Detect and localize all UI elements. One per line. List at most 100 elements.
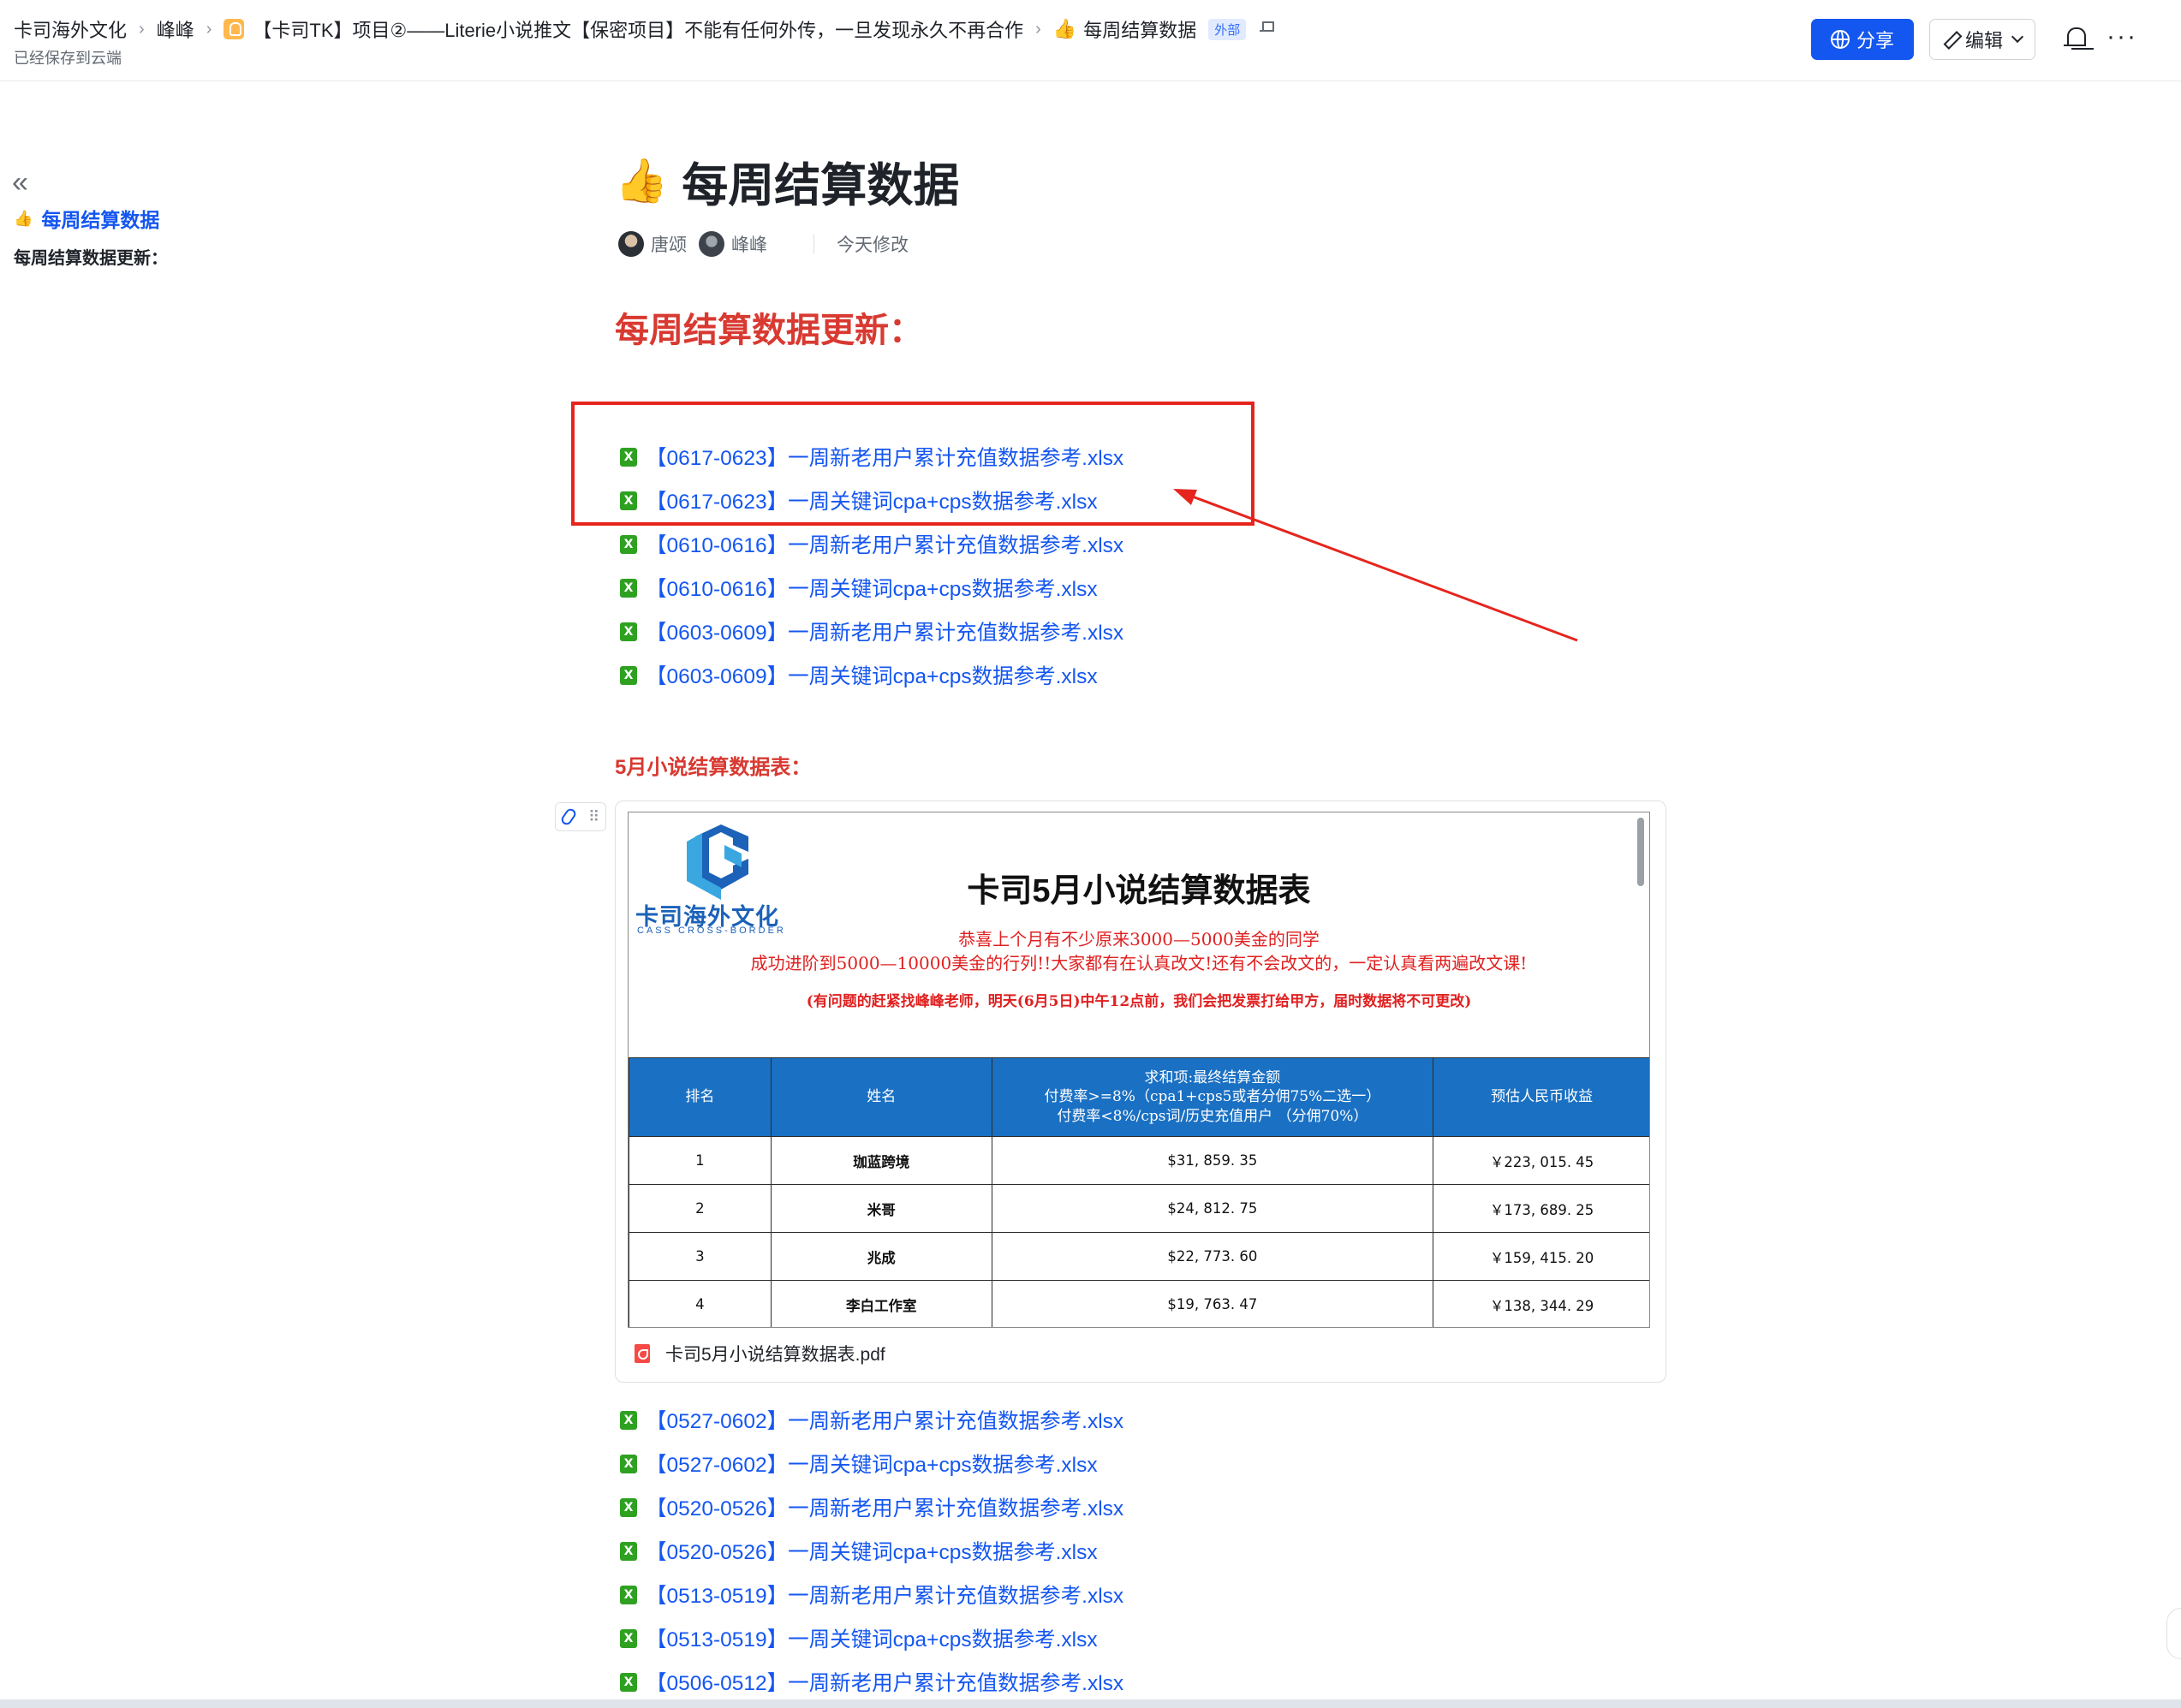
cell-name: 珈蓝跨境 <box>770 1136 992 1185</box>
attachment-file-name[interactable]: 卡司5月小说结算数据表.pdf <box>635 1341 885 1366</box>
file-link-label: 【0610-0616】一周关键词cpa+cps数据参考.xlsx <box>646 578 1098 601</box>
file-link[interactable]: X 【0513-0519】一周关键词cpa+cps数据参考.xlsx <box>620 1616 1123 1660</box>
page-title-text: 每周结算数据 <box>682 160 960 211</box>
collapse-outline-icon[interactable]: « <box>12 168 28 197</box>
file-link-label: 【0610-0616】一周新老用户累计充值数据参考.xlsx <box>646 534 1124 557</box>
breadcrumb-item-folder[interactable]: 峰峰 <box>157 15 194 43</box>
external-badge: 外部 <box>1208 18 1247 40</box>
more-icon[interactable]: ··· <box>2107 22 2137 51</box>
page-title: 👍 每周结算数据 <box>615 147 959 215</box>
attachment-file-label: 卡司5月小说结算数据表.pdf <box>665 1345 885 1365</box>
excel-file-icon: X <box>620 447 637 467</box>
pdf-congrats-line: 恭喜上个月有不少原来3000—5000美金的同学 <box>958 929 1320 949</box>
attachment-toolbar: ⠿ <box>555 802 606 831</box>
pen-icon <box>1943 32 1958 47</box>
share-button[interactable]: 分享 <box>1811 19 1914 60</box>
excel-file-icon: X <box>620 1497 637 1517</box>
avatar[interactable] <box>618 231 644 257</box>
file-link[interactable]: X 【0506-0512】一周新老用户累计充值数据参考.xlsx <box>620 1660 1123 1704</box>
preview-scrollbar[interactable] <box>1637 818 1644 886</box>
drag-handle-icon[interactable]: ⠿ <box>588 809 599 824</box>
file-link-label: 【0513-0519】一周关键词cpa+cps数据参考.xlsx <box>646 1628 1098 1651</box>
side-panel-toggle[interactable] <box>2166 1608 2181 1659</box>
table-row: 3 兆成 $22, 773. 60 ￥159, 415. 20 <box>629 1232 1649 1281</box>
header-line: 付费率>=8%（cpa1+cps5或者分佣75%二选一） <box>1044 1088 1381 1106</box>
file-link-label: 【0603-0609】一周新老用户累计充值数据参考.xlsx <box>646 622 1124 645</box>
excel-file-icon: X <box>620 1585 637 1604</box>
file-link[interactable]: X 【0610-0616】一周新老用户累计充值数据参考.xlsx <box>620 522 1123 566</box>
excel-file-icon: X <box>620 534 637 554</box>
cell-rmb: ￥173, 689. 25 <box>1433 1184 1649 1233</box>
breadcrumb-item-project[interactable]: 【卡司TK】项目②——Literie小说推文【保密项目】不能有任何外传，一旦发现… <box>253 15 1023 43</box>
breadcrumb-item-current[interactable]: 每周结算数据 <box>1083 15 1196 43</box>
file-link[interactable]: X 【0610-0616】一周关键词cpa+cps数据参考.xlsx <box>620 566 1123 610</box>
excel-file-icon: X <box>620 622 637 641</box>
chevron-right-icon: › <box>139 19 145 39</box>
lightbulb-icon <box>223 19 245 39</box>
file-link[interactable]: X 【0603-0609】一周新老用户累计充值数据参考.xlsx <box>620 610 1123 653</box>
cell-rmb: ￥138, 344. 29 <box>1433 1280 1649 1327</box>
top-bar: 卡司海外文化 › 峰峰 › 【卡司TK】项目②——Literie小说推文【保密项… <box>0 0 2181 81</box>
pdf-notice-line: (有问题的赶紧找峰峰老师，明天(6月5日)中午12点前，我们会把发票打给甲方，届… <box>806 993 1472 1010</box>
pdf-preview[interactable]: 卡司海外文化 CASS CROSS-BORDER 卡司5月小说结算数据表 恭喜上… <box>628 812 1650 1328</box>
excel-file-icon: X <box>620 1454 637 1473</box>
excel-file-icon: X <box>620 491 637 510</box>
settlement-table: 排名 姓名 求和项:最终结算金额 付费率>=8%（cpa1+cps5或者分佣75… <box>629 1057 1649 1327</box>
file-link[interactable]: X 【0520-0526】一周关键词cpa+cps数据参考.xlsx <box>620 1529 1123 1573</box>
pdf-file-icon <box>635 1344 650 1363</box>
divider <box>813 235 814 253</box>
chevron-right-icon: › <box>1035 19 1041 39</box>
author-name[interactable]: 峰峰 <box>731 231 767 257</box>
edit-label: 编辑 <box>1964 30 2003 51</box>
thumbs-up-icon: 👍 <box>615 157 669 205</box>
cell-usd: $19, 763. 47 <box>991 1280 1434 1327</box>
file-link[interactable]: X 【0617-0623】一周新老用户累计充值数据参考.xlsx <box>620 435 1123 479</box>
pdf-attachment-card[interactable]: 卡司海外文化 CASS CROSS-BORDER 卡司5月小说结算数据表 恭喜上… <box>615 800 1666 1383</box>
outline-item-title[interactable]: 👍 每周结算数据 <box>14 204 159 233</box>
file-link-label: 【0520-0526】一周关键词cpa+cps数据参考.xlsx <box>646 1541 1098 1564</box>
avatar[interactable] <box>699 231 724 257</box>
excel-file-icon: X <box>620 1628 637 1648</box>
paperclip-icon[interactable] <box>559 806 578 827</box>
cell-usd: $31, 859. 35 <box>991 1136 1434 1185</box>
excel-file-icon: X <box>620 1541 637 1561</box>
pdf-congrats-line: 成功进阶到5000—10000美金的行列!!大家都有在认真改文!还有不会改文的，… <box>750 953 1528 973</box>
excel-file-icon: X <box>620 1410 637 1430</box>
section-heading: 每周结算数据更新： <box>615 312 923 349</box>
excel-file-icon: X <box>620 578 637 598</box>
modified-time: 今天修改 <box>837 235 909 255</box>
cell-usd: $22, 773. 60 <box>991 1232 1434 1281</box>
edit-button[interactable]: 编辑 <box>1929 19 2035 60</box>
outline-title-label: 每周结算数据 <box>41 209 160 231</box>
breadcrumb-item-workspace[interactable]: 卡司海外文化 <box>14 15 127 43</box>
pdf-title: 卡司5月小说结算数据表 <box>967 873 1311 909</box>
file-list-recent: X 【0617-0623】一周新老用户累计充值数据参考.xlsx X 【0617-0… <box>620 435 1123 697</box>
cell-rank: 3 <box>629 1232 772 1281</box>
outline-item-heading[interactable]: 每周结算数据更新： <box>14 244 168 269</box>
breadcrumb: 卡司海外文化 › 峰峰 › 【卡司TK】项目②——Literie小说推文【保密项… <box>14 15 1275 43</box>
file-link-label: 【0520-0526】一周新老用户累计充值数据参考.xlsx <box>646 1497 1124 1521</box>
cell-rmb: ￥223, 015. 45 <box>1433 1136 1649 1185</box>
cell-usd: $24, 812. 75 <box>991 1184 1434 1233</box>
chevron-right-icon: › <box>206 19 212 39</box>
thumbs-up-icon: 👍 <box>1052 18 1077 39</box>
may-heading: 5月小说结算数据表： <box>615 756 812 779</box>
file-link[interactable]: X 【0603-0609】一周关键词cpa+cps数据参考.xlsx <box>620 653 1123 697</box>
header-line: 求和项:最终结算金额 <box>1144 1069 1281 1087</box>
file-link-label: 【0527-0602】一周关键词cpa+cps数据参考.xlsx <box>646 1454 1098 1477</box>
excel-file-icon: X <box>620 665 637 685</box>
file-link[interactable]: X 【0527-0602】一周新老用户累计充值数据参考.xlsx <box>620 1398 1123 1442</box>
author-name[interactable]: 唐颂 <box>651 231 687 257</box>
table-row: 2 米哥 $24, 812. 75 ￥173, 689. 25 <box>629 1184 1649 1233</box>
file-link[interactable]: X 【0513-0519】一周新老用户累计充值数据参考.xlsx <box>620 1573 1123 1616</box>
file-link[interactable]: X 【0527-0602】一周关键词cpa+cps数据参考.xlsx <box>620 1442 1123 1485</box>
file-link-label: 【0527-0602】一周新老用户累计充值数据参考.xlsx <box>646 1410 1124 1433</box>
share-label: 分享 <box>1856 30 1894 51</box>
pin-icon[interactable] <box>1260 21 1275 37</box>
cell-name: 李白工作室 <box>770 1280 992 1327</box>
bottom-scroll-strip <box>0 1699 2181 1708</box>
file-link[interactable]: X 【0617-0623】一周关键词cpa+cps数据参考.xlsx <box>620 479 1123 522</box>
column-header-settlement: 求和项:最终结算金额 付费率>=8%（cpa1+cps5或者分佣75%二选一） … <box>991 1057 1434 1137</box>
file-link[interactable]: X 【0520-0526】一周新老用户累计充值数据参考.xlsx <box>620 1485 1123 1529</box>
bell-icon[interactable] <box>2064 26 2086 51</box>
